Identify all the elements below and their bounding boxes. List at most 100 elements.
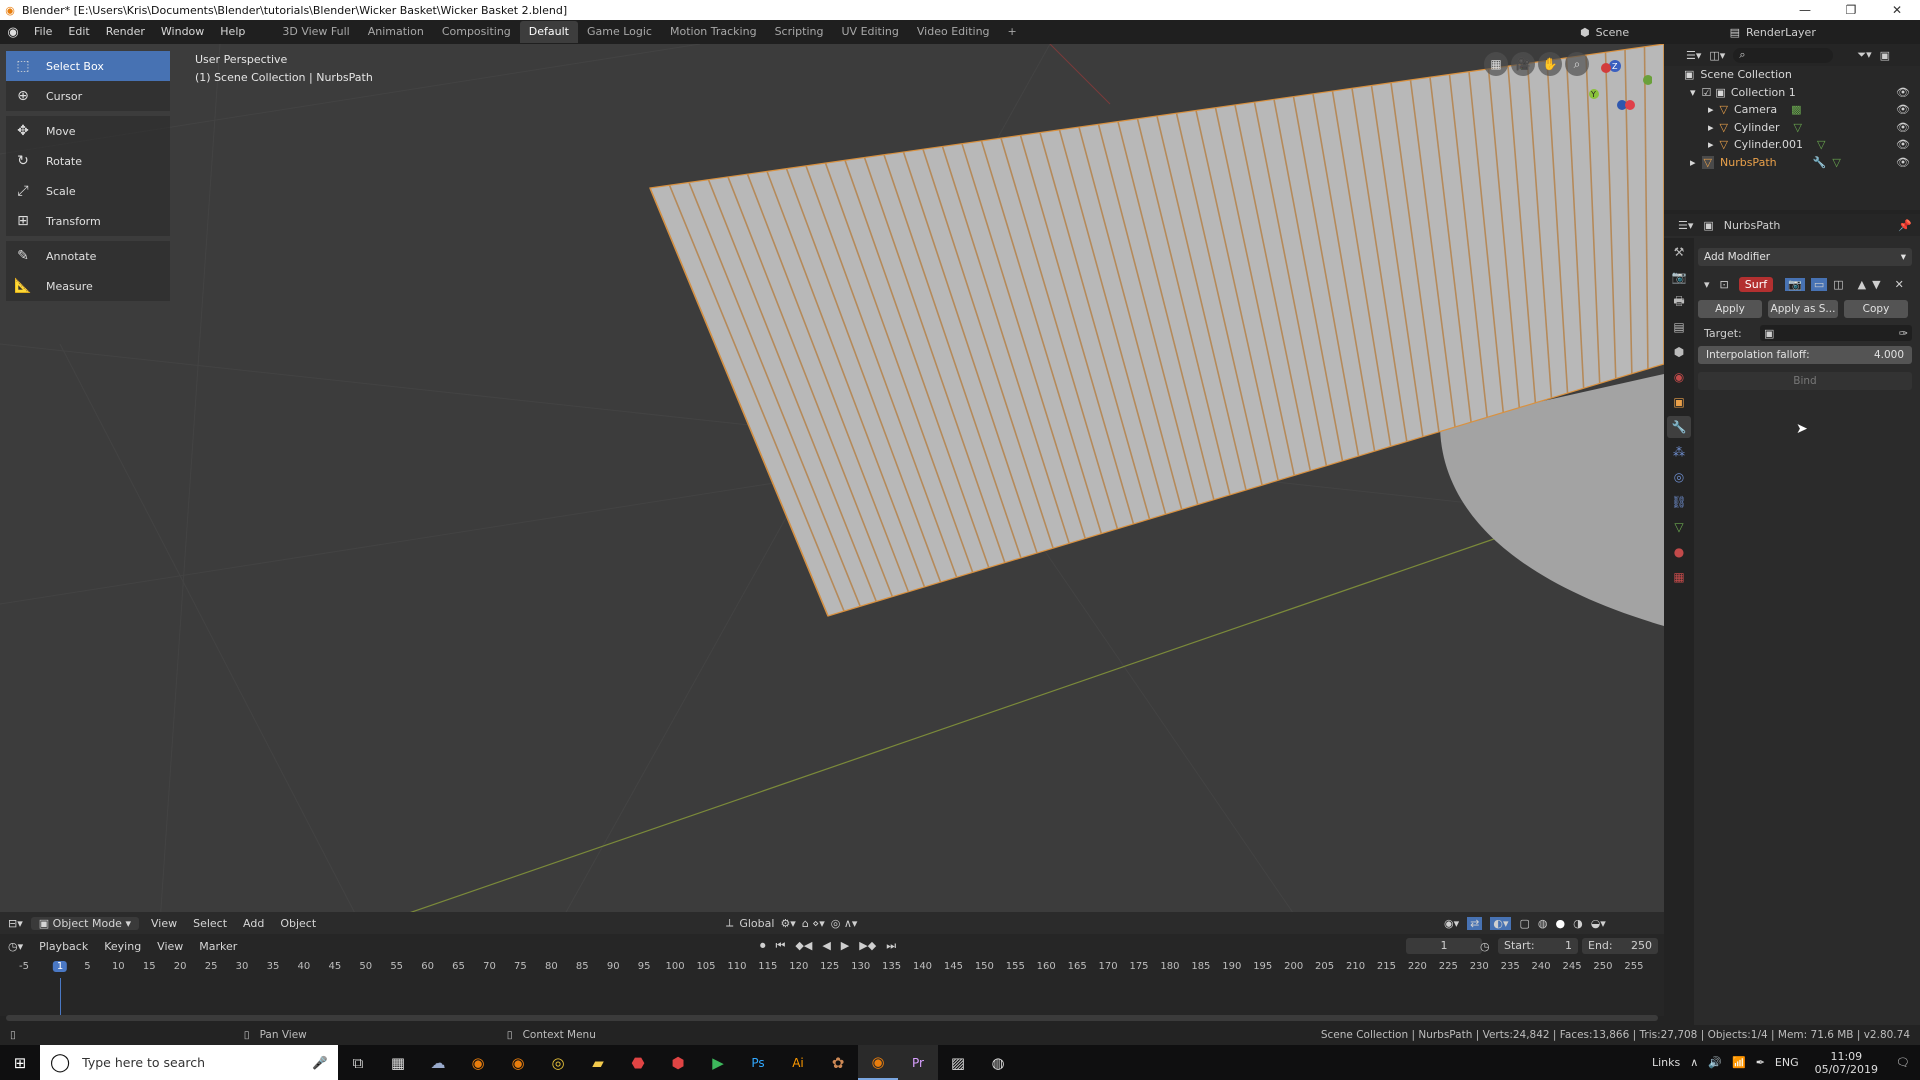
menu-keying[interactable]: Keying — [96, 940, 149, 953]
render-layer-name[interactable]: RenderLayer — [1746, 26, 1816, 39]
language-indicator[interactable]: ENG — [1775, 1056, 1799, 1069]
3d-viewport[interactable] — [0, 44, 1664, 923]
menu-view[interactable]: View — [143, 917, 185, 930]
notifications-icon[interactable]: 🗨 — [1896, 1056, 1910, 1069]
remove-modifier-icon[interactable]: ✕ — [1895, 278, 1904, 291]
eye-icon[interactable]: 👁 — [1896, 103, 1910, 116]
expand-arrow-icon[interactable]: ▸ — [1708, 103, 1714, 116]
calculator-app-icon[interactable]: ▦ — [378, 1045, 418, 1080]
red-app-icon[interactable]: ⬣ — [618, 1045, 658, 1080]
scene-icon[interactable]: ⬢ — [1580, 26, 1590, 39]
checkbox-icon[interactable]: ☑ — [1702, 86, 1712, 99]
tab-video-editing[interactable]: Video Editing — [908, 21, 999, 43]
expand-arrow-icon[interactable]: ▸ — [1690, 156, 1696, 169]
menu-select[interactable]: Select — [185, 917, 235, 930]
object-tab-icon[interactable]: ▣ — [1667, 391, 1691, 413]
outliner-editor-icon[interactable]: ☰▾ — [1686, 49, 1701, 62]
end-frame-field[interactable]: End: 250 — [1582, 938, 1658, 954]
physics-tab-icon[interactable]: ◎ — [1667, 466, 1691, 488]
tab-scripting[interactable]: Scripting — [766, 21, 833, 43]
filter-icon[interactable]: ⏷▾ — [1857, 48, 1871, 62]
blender-menu-icon[interactable]: ◉ — [0, 25, 26, 40]
jump-start-icon[interactable]: ⏮ — [776, 939, 786, 953]
material-shading-icon[interactable]: ◑ — [1573, 917, 1583, 930]
eye-icon[interactable]: 👁 — [1896, 138, 1910, 151]
viewport-toggle-icon[interactable]: ▭ — [1810, 277, 1828, 291]
eye-icon[interactable]: 👁 — [1896, 156, 1910, 169]
menu-playback[interactable]: Playback — [31, 940, 96, 953]
eye-icon[interactable]: 👁 — [1896, 121, 1910, 134]
file-explorer-icon[interactable]: ▰ — [578, 1045, 618, 1080]
texture-tab-icon[interactable]: ▦ — [1667, 566, 1691, 588]
tab-animation[interactable]: Animation — [359, 21, 433, 43]
render-toggle-icon[interactable]: 📷 — [1785, 277, 1805, 291]
next-keyframe-icon[interactable]: ▶◆ — [859, 939, 876, 953]
colorful-app-icon[interactable]: ✿ — [818, 1045, 858, 1080]
outliner-item-collection-1[interactable]: ▾ ☑ ▣ Collection 1 👁 — [1664, 84, 1920, 102]
obs-app-icon[interactable]: ◍ — [978, 1045, 1018, 1080]
scene-name[interactable]: Scene — [1596, 26, 1706, 39]
gizmo-toggle-icon[interactable]: ⇄ — [1467, 916, 1483, 930]
menu-file[interactable]: File — [26, 20, 60, 44]
view-layer-tab-icon[interactable]: ▤ — [1667, 316, 1691, 338]
move-up-icon[interactable]: ▲ — [1858, 278, 1866, 291]
timeline-editor-icon[interactable]: ◷▾ — [0, 940, 31, 953]
close-icon[interactable]: ✕ — [1874, 0, 1920, 20]
expand-arrow-icon[interactable]: ▸ — [1708, 138, 1714, 151]
tab-default[interactable]: Default — [519, 21, 578, 43]
outliner-item-camera[interactable]: ▸ ▽ Camera ▩ 👁 — [1664, 101, 1920, 119]
network-icon[interactable]: 📶 — [1732, 1056, 1746, 1069]
axis-gizmo[interactable]: Z Y — [1582, 56, 1653, 116]
prev-keyframe-icon[interactable]: ◆◀ — [795, 939, 812, 953]
blender-app-icon-2[interactable]: ◉ — [498, 1045, 538, 1080]
tool-annotate[interactable]: ✎ Annotate — [6, 241, 170, 271]
editor-type-icon[interactable]: ⊟▾ — [0, 917, 31, 930]
render-tab-icon[interactable]: 📷 — [1667, 266, 1691, 288]
premiere-app-icon[interactable]: Pr — [898, 1045, 938, 1080]
outliner-search-field[interactable]: ⌕ — [1733, 47, 1834, 63]
menu-timeline-view[interactable]: View — [149, 940, 191, 953]
tray-expand-icon[interactable]: ∧ — [1690, 1056, 1698, 1069]
overlay-toggle-icon[interactable]: ◐▾ — [1490, 916, 1512, 930]
start-frame-field[interactable]: Start: 1 — [1498, 938, 1578, 954]
visibility-icon[interactable]: ◉▾ — [1444, 917, 1459, 930]
play-app-icon[interactable]: ▶ — [698, 1045, 738, 1080]
snap-icon[interactable]: ⌂ ⋄▾ — [802, 917, 825, 930]
menu-render[interactable]: Render — [98, 20, 153, 44]
pin-icon[interactable]: 📌 — [1898, 219, 1912, 232]
outliner-scene-collection[interactable]: ▣ Scene Collection — [1664, 66, 1920, 84]
minimize-icon[interactable]: — — [1782, 0, 1828, 20]
timeline-area[interactable] — [0, 978, 1664, 1021]
clock[interactable]: 11:09 05/07/2019 — [1815, 1050, 1878, 1076]
tab-3d-view-full[interactable]: 3D View Full — [273, 21, 358, 43]
tool-select-box[interactable]: ⬚ Select Box — [6, 51, 170, 81]
expand-arrow-icon[interactable]: ▸ — [1708, 121, 1714, 134]
proportional-edit-icon[interactable]: ◎ ∧▾ — [831, 917, 858, 930]
camera-view-icon[interactable]: 🎥 — [1511, 52, 1535, 76]
tab-game-logic[interactable]: Game Logic — [578, 21, 661, 43]
data-tab-icon[interactable]: ▽ — [1667, 516, 1691, 538]
collapse-arrow-icon[interactable]: ▾ — [1704, 278, 1710, 291]
outliner-item-cylinder-001[interactable]: ▸ ▽ Cylinder.001 ▽ 👁 — [1664, 136, 1920, 154]
bind-button[interactable]: Bind — [1698, 372, 1912, 390]
chrome-app-icon[interactable]: ◎ — [538, 1045, 578, 1080]
play-reverse-icon[interactable]: ◀ — [822, 939, 830, 953]
weather-app-icon[interactable]: ☁ — [418, 1045, 458, 1080]
editmode-toggle-icon[interactable]: ◫ — [1833, 278, 1843, 291]
scene-tab-icon[interactable]: ⬢ — [1667, 341, 1691, 363]
maximize-icon[interactable]: ❐ — [1828, 0, 1874, 20]
stopwatch-icon[interactable]: ◷ — [1480, 940, 1490, 953]
photos-app-icon[interactable]: ▨ — [938, 1045, 978, 1080]
taskbar-search-box[interactable]: ◯ Type here to search 🎤 — [40, 1045, 338, 1080]
properties-editor-icon[interactable]: ☰▾ — [1678, 219, 1693, 232]
blender-active-app-icon[interactable]: ◉ — [858, 1045, 898, 1080]
tool-measure[interactable]: 📐 Measure — [6, 271, 170, 301]
wireframe-shading-icon[interactable]: ◍ — [1538, 917, 1548, 930]
blender-app-icon[interactable]: ◉ — [458, 1045, 498, 1080]
tool-cursor[interactable]: ⊕ Cursor — [6, 81, 170, 111]
object-mode-dropdown[interactable]: ▣ Object Mode ▾ — [30, 916, 139, 930]
pan-hand-icon[interactable]: ✋ — [1538, 52, 1562, 76]
menu-marker[interactable]: Marker — [191, 940, 245, 953]
orientation-dropdown[interactable]: Global — [739, 917, 774, 930]
xray-icon[interactable]: ▢ — [1519, 917, 1529, 930]
